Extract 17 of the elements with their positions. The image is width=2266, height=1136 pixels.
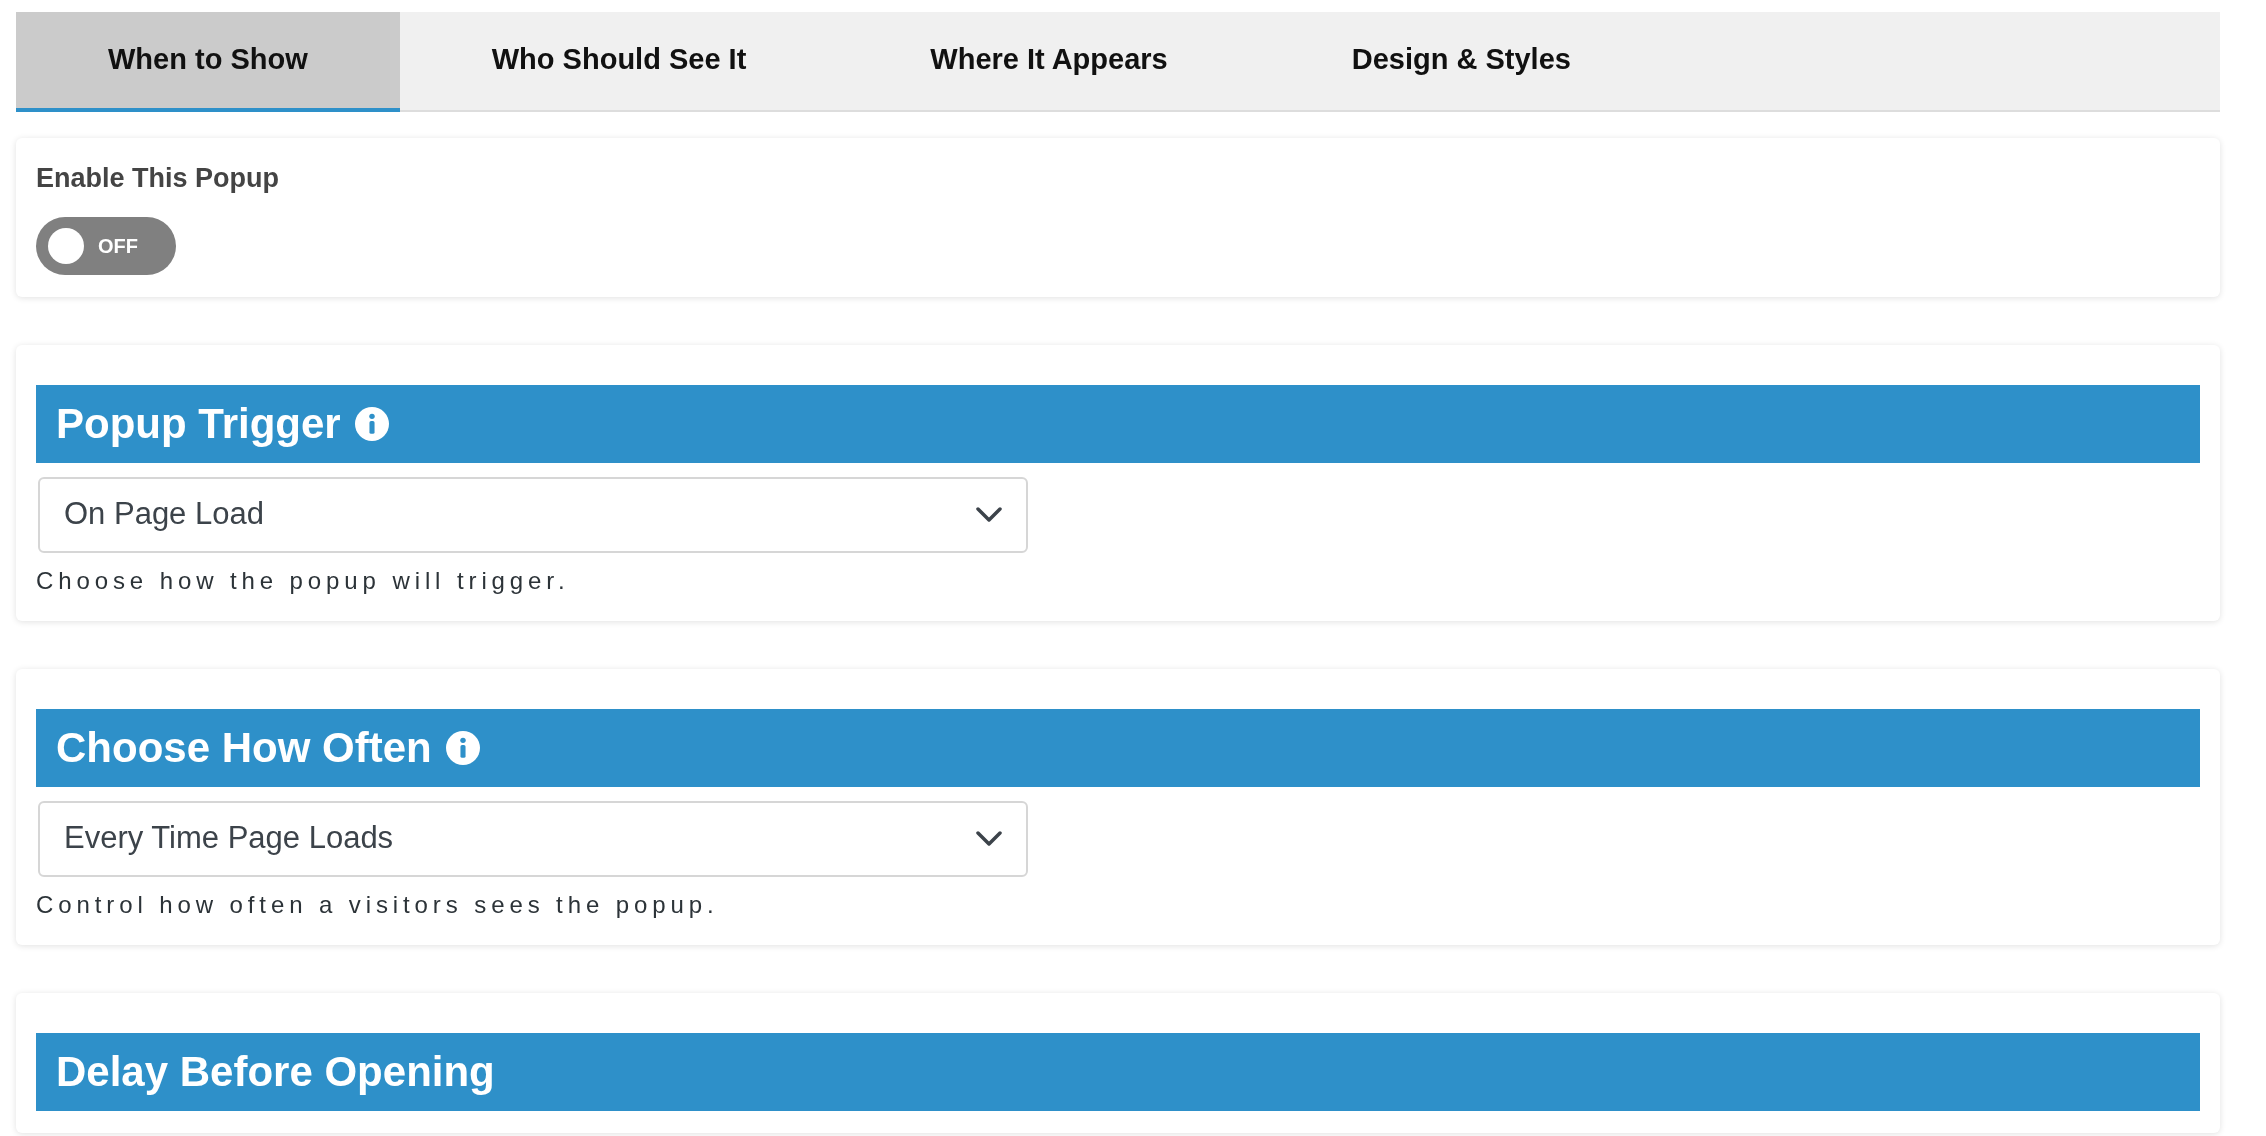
chevron-down-icon xyxy=(976,830,1002,847)
section-title: Choose How Often xyxy=(56,723,432,773)
tab[interactable]: Where It Appears xyxy=(838,12,1260,112)
tab[interactable]: Design & Styles xyxy=(1259,12,1663,112)
info-icon[interactable] xyxy=(445,730,480,765)
tab[interactable]: Who Should See It xyxy=(399,12,839,112)
help-text: Control how often a visitors sees the popup. xyxy=(36,889,720,920)
tab[interactable]: When to Show xyxy=(16,12,400,112)
chevron-down-icon xyxy=(976,506,1002,523)
section-title: Delay Before Opening xyxy=(56,1047,495,1097)
toggle-switch[interactable]: OFF xyxy=(36,216,176,275)
select-field[interactable]: Every Time Page Loads xyxy=(38,800,1028,877)
help-text: Choose how the popup will trigger. xyxy=(36,565,571,596)
info-icon[interactable] xyxy=(354,406,389,441)
field-label: Enable This Popup xyxy=(36,162,280,195)
section-title: Popup Trigger xyxy=(56,399,341,449)
select-field[interactable]: On Page Load xyxy=(38,476,1028,553)
